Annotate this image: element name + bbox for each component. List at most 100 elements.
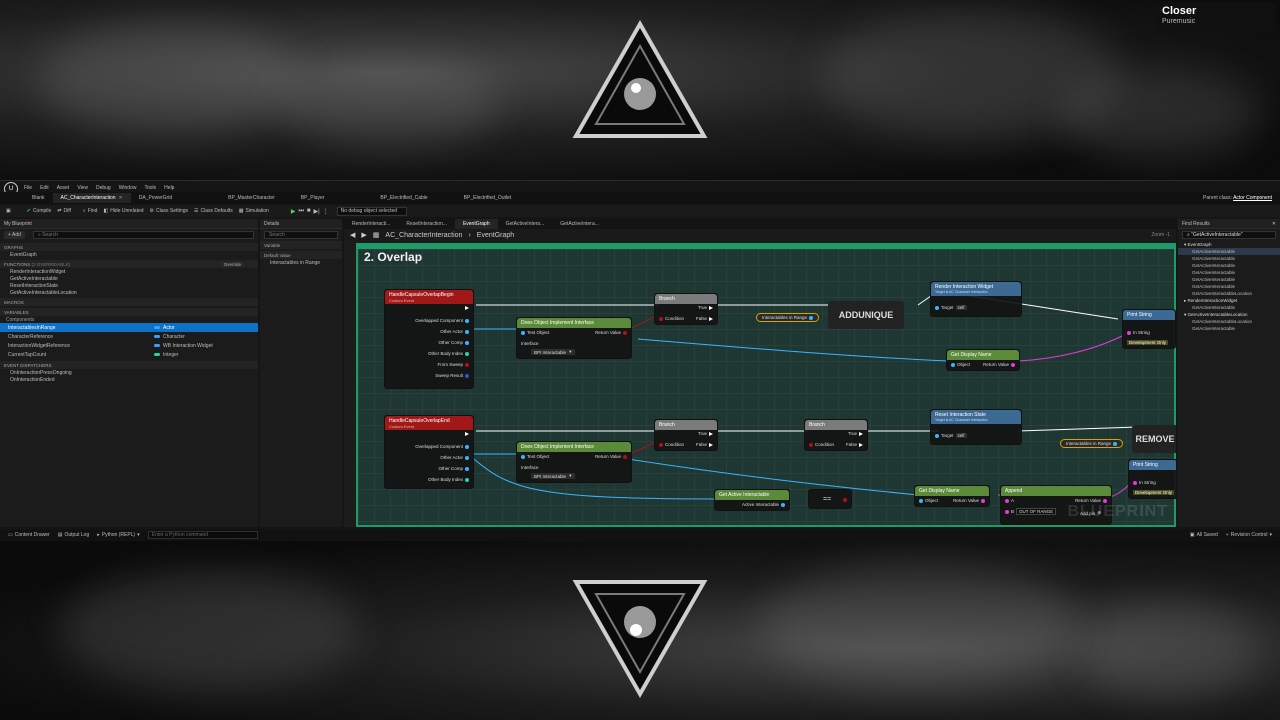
graph-tab[interactable]: ResetInteraction... [398,219,455,229]
pin-true[interactable]: True [848,431,863,436]
class-settings-button[interactable]: ⚙ Class Settings [150,208,188,214]
find-result-item[interactable]: GetActiveInteractable [1178,255,1280,262]
pin-target[interactable]: Target self [935,305,967,310]
function-item[interactable]: ResetInteractionState [0,282,258,289]
find-result-item[interactable]: GetActiveInteractable [1178,276,1280,283]
pin-return-value[interactable]: Return Value [983,362,1015,367]
find-result-item[interactable]: GetActiveInteractable [1178,283,1280,290]
graph-item[interactable]: EventGraph [0,251,258,258]
pin-object[interactable]: Object [919,498,938,503]
find-group[interactable]: ▾ GetActiveInteractableLocation [1178,311,1280,318]
pin-false[interactable]: False [696,316,713,321]
pin-overlapped-component[interactable]: Overlapped Component [415,318,469,323]
function-item[interactable]: GetActiveInteractableLocation [0,289,258,296]
pin-interface[interactable]: Interface [521,341,539,346]
variables-section[interactable]: VARIABLES [0,308,258,316]
override-dropdown[interactable]: Override [220,261,244,267]
skip-icon[interactable]: ▶| [313,208,319,215]
doc-tab[interactable]: BP_Player [293,193,333,203]
pin-condition[interactable]: Condition [659,316,684,321]
find-result-item[interactable]: GetActiveInteractable [1178,325,1280,332]
menu-file[interactable]: File [24,185,32,191]
add-unique-node[interactable]: ADDUNIQUE [828,301,904,329]
branch-node[interactable]: Branch True Condition False [654,293,718,325]
print-string-node[interactable]: Print String In String Development Only [1128,459,1176,499]
pin-a[interactable]: A [1005,498,1014,503]
remove-node[interactable]: REMOVE [1132,425,1176,453]
back-arrow-icon[interactable]: ◀ [350,231,355,239]
default-value-category[interactable]: Default Value [260,251,342,259]
pin-other-body-index[interactable]: Other Body Index [428,351,469,356]
get-active-interactable-node[interactable]: Get Active Interactable Active Interacta… [714,489,790,511]
menu-help[interactable]: Help [164,185,174,191]
pin-return-value[interactable]: Return Value [595,330,627,335]
pin-result[interactable] [843,498,847,502]
debug-object-select[interactable]: No debug object selected [336,206,407,216]
variable-getter-node[interactable]: Interactables in Range [1060,439,1124,448]
graph-tab[interactable]: GetActiveIntera... [552,219,607,229]
branch-node[interactable]: Branch True Condition False [654,419,718,451]
doc-tab[interactable]: BP_Electrified_Outlet [456,193,520,203]
pin-false[interactable]: False [696,442,713,447]
pin-in-string[interactable]: In String [1133,480,1156,485]
pin-b[interactable]: B OUT OF RANGE [1005,508,1057,515]
pin-other-comp[interactable]: Other Comp [438,466,469,471]
variable-row[interactable]: CurrentTapCount Integer [0,350,258,359]
variable-category[interactable]: Variable [260,241,342,249]
breadcrumb-leaf[interactable]: EventGraph [477,232,514,239]
components-category[interactable]: Components [0,316,258,323]
variable-row[interactable]: InteractablesInRange Actor [0,323,258,332]
stop-icon[interactable]: ■ [307,208,311,215]
output-log-button[interactable]: ▤ Output Log [58,532,89,538]
parent-class-link[interactable]: Actor Component [1233,195,1272,201]
console-input[interactable]: Enter a Python command [147,531,258,539]
step-icon[interactable]: ⏭ [298,208,303,215]
python-console-select[interactable]: ▸ Python (REPL) ▾ [97,532,139,538]
diff-button[interactable]: ⇄ Diff [57,208,71,214]
play-icon[interactable]: ▶ [291,208,296,215]
function-item[interactable]: RenderInteractionWidget [0,268,258,275]
pin-condition[interactable]: Condition [659,442,684,447]
dispatcher-item[interactable]: OnInteractionEnded [0,376,258,383]
event-node-end-overlap[interactable]: HandleCapsuleOverlapEnd Custom Event Ove… [384,415,474,489]
pin-active-interactable[interactable]: Active Interactable [742,502,785,507]
hide-unrelated-button[interactable]: ◧ Hide Unrelated [103,208,143,214]
graph-tab-active[interactable]: EventGraph [454,219,498,229]
compile-button[interactable]: ✔ Compile [27,208,52,214]
pin-other-actor[interactable]: Other Actor [440,329,469,334]
pin-true[interactable]: True [698,431,713,436]
find-result-item[interactable]: GetActiveInteractableLocation [1178,318,1280,325]
simulation-button[interactable]: ▦ Simulation [239,208,269,214]
exec-out-pin[interactable] [465,432,469,436]
find-group[interactable]: ▾ EventGraph [1178,241,1280,248]
find-result-item[interactable]: GetActiveInteractableLocation [1178,290,1280,297]
pin-overlapped-component[interactable]: Overlapped Component [415,444,469,449]
doc-tab[interactable]: DA_PowerGrid [131,193,180,203]
menu-debug[interactable]: Debug [96,185,111,191]
pin-other-comp[interactable]: Other Comp [438,340,469,345]
reset-interaction-state-node[interactable]: Reset Interaction State Target is AC Cha… [930,409,1022,445]
doc-tab[interactable]: BP_MasterCharacter [220,193,283,203]
menu-window[interactable]: Window [119,185,137,191]
comment-box-overlap[interactable]: 2. Overlap HandleCapsuleOverlapBegin Cus… [356,243,1176,527]
pin-return-value[interactable]: Return Value [953,498,985,503]
variable-type[interactable]: Character [154,334,185,340]
class-defaults-button[interactable]: ☰ Class Defaults [194,208,233,214]
pin-object[interactable]: Object [951,362,970,367]
add-button[interactable]: + Add [4,231,25,239]
pin-test-object[interactable]: Test Object [521,330,550,335]
variable-getter-node[interactable]: Interactables in Range [756,313,820,322]
print-string-node[interactable]: Print String In String Development Only [1122,309,1176,349]
menu-edit[interactable]: Edit [40,185,49,191]
pin-false[interactable]: False [846,442,863,447]
interface-select[interactable]: BPI Interactable ▾ [531,349,575,355]
pin-in-string[interactable]: In String [1127,330,1150,335]
variable-type[interactable]: WB Interaction Widget [154,343,213,349]
doc-tab[interactable]: BP_Electrified_Cable [372,193,435,203]
render-interaction-widget-node[interactable]: Render Interaction Widget Target is AC C… [930,281,1022,317]
variable-type[interactable]: Integer [154,352,179,358]
details-search-input[interactable]: Search [264,231,338,239]
find-result-item[interactable]: GetActiveInteractable [1178,269,1280,276]
pin-true[interactable]: True [698,305,713,310]
graph-tab[interactable]: RenderInteracti... [344,219,398,229]
